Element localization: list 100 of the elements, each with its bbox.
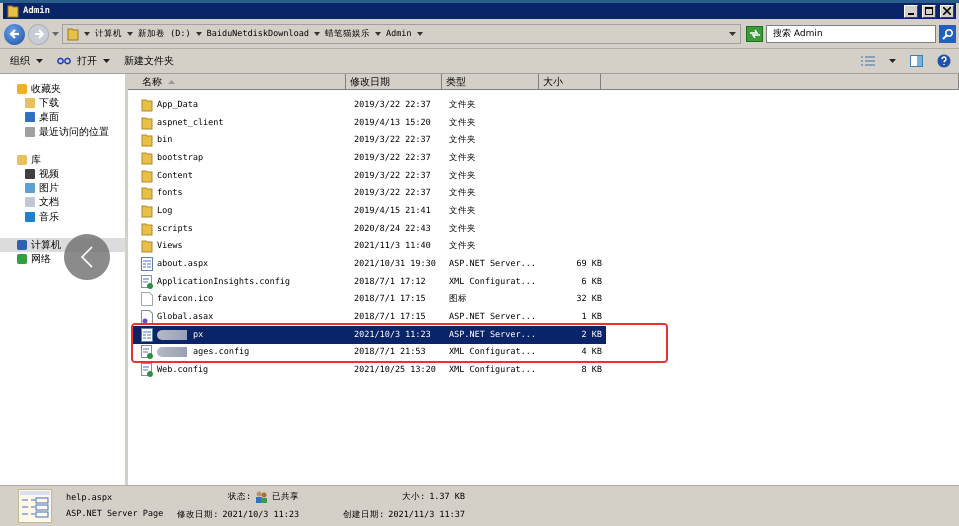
file-name: ApplicationInsights.config xyxy=(157,276,290,287)
file-row[interactable]: aspnet_client 2019/4/13 15:20 文件夹 xyxy=(133,114,606,132)
file-name: bootstrap xyxy=(157,152,204,163)
modified-date: 2021/11/3 11:40 xyxy=(354,241,431,252)
chevron-icon[interactable] xyxy=(84,32,90,36)
file-type: 文件夹 xyxy=(449,116,476,129)
file-type: XML Configurat... xyxy=(449,347,536,358)
file-type: 文件夹 xyxy=(449,204,476,217)
search-icon xyxy=(942,28,954,40)
breadcrumb[interactable]: 蜡笔猫娱乐 xyxy=(324,28,370,40)
close-button[interactable] xyxy=(940,4,954,18)
breadcrumb[interactable]: Admin xyxy=(386,29,412,39)
file-row[interactable]: favicon.ico 2018/7/1 17:15 图标 32 KB xyxy=(133,290,606,308)
modified-date: 2019/3/22 22:37 xyxy=(354,100,431,110)
file-type: 图标 xyxy=(449,293,467,306)
file-type: ASP.NET Server... xyxy=(449,312,536,322)
column-header[interactable]: 大小 xyxy=(539,74,601,90)
nav-item[interactable]: 文档 xyxy=(0,195,125,210)
file-name: ages.config xyxy=(157,347,250,358)
preview-pane-button[interactable] xyxy=(910,55,923,67)
nav-item[interactable]: 下载 xyxy=(0,96,125,110)
column-header[interactable]: 类型 xyxy=(442,74,539,90)
dropdown-icon[interactable] xyxy=(729,32,736,36)
file-icon xyxy=(141,292,153,306)
modified-date: 2021/10/3 11:23 xyxy=(222,510,300,520)
folder-icon xyxy=(141,133,153,148)
chevron-icon[interactable] xyxy=(416,32,423,36)
share-status: 已共享 xyxy=(272,491,300,503)
nav-item[interactable]: 库 xyxy=(0,152,125,167)
dropdown-icon[interactable] xyxy=(889,59,896,63)
maximize-icon xyxy=(925,7,933,15)
back-overlay-button[interactable] xyxy=(64,234,110,280)
address-bar[interactable]: 计算机 新加卷 (D:) BaiduNetdiskDownload 蜡笔猫娱乐 Admin xyxy=(62,24,741,44)
file-row[interactable]: Content 2019/3/22 22:37 文件夹 xyxy=(133,166,606,184)
nav-item[interactable]: 音乐 xyxy=(0,210,125,224)
chevron-icon[interactable] xyxy=(196,32,202,36)
file-name: px xyxy=(157,330,204,340)
modified-date: 2018/7/1 17:12 xyxy=(354,276,426,287)
list-view-icon xyxy=(861,56,875,66)
page-icon xyxy=(141,257,153,272)
file-row[interactable]: about.aspx 2021/10/31 19:30 ASP.NET Server... 69 KB xyxy=(133,255,606,273)
breadcrumb[interactable]: 计算机 xyxy=(95,28,122,40)
column-header[interactable]: 名称 xyxy=(128,74,346,90)
help-button[interactable] xyxy=(937,54,951,68)
toolbar-button[interactable]: 打开 xyxy=(57,54,110,68)
glasses-icon xyxy=(57,57,71,65)
folder-icon xyxy=(141,150,153,165)
folder-icon xyxy=(141,204,153,218)
file-row[interactable]: ApplicationInsights.config 2018/7/1 17:12 XML Configurat... 6 KB xyxy=(133,272,606,291)
page-icon xyxy=(141,328,153,342)
nav-item[interactable]: 网络 xyxy=(0,252,125,266)
chevron-left-icon xyxy=(80,246,94,268)
minimize-button[interactable] xyxy=(904,4,918,18)
chevron-icon[interactable] xyxy=(127,32,133,36)
file-row[interactable]: Global.asax 2018/7/1 17:15 ASP.NET Server... 1 KB xyxy=(133,308,606,326)
search-button[interactable] xyxy=(939,25,956,43)
file-row[interactable]: fonts 2019/3/22 22:37 文件夹 xyxy=(133,184,606,202)
file-name: Global.asax xyxy=(157,312,214,322)
file-name: scripts xyxy=(157,224,193,234)
file-row[interactable]: Log 2019/4/15 21:41 文件夹 xyxy=(133,202,606,220)
refresh-button[interactable] xyxy=(746,26,763,42)
column-header[interactable]: 修改日期 xyxy=(346,74,442,90)
nav-item[interactable]: 收藏夹 xyxy=(0,82,125,96)
modified-date: 2020/8/24 22:43 xyxy=(354,224,431,234)
file-type: 文件夹 xyxy=(449,187,476,200)
maximize-button[interactable] xyxy=(922,4,936,18)
chevron-icon[interactable] xyxy=(374,32,381,36)
back-button[interactable] xyxy=(4,24,25,44)
nav-item[interactable]: 图片 xyxy=(0,181,125,196)
file-row[interactable]: Views 2021/11/3 11:40 文件夹 xyxy=(133,238,606,256)
search-field[interactable]: 搜索 Admin xyxy=(766,25,936,43)
nav-item[interactable]: 桌面 xyxy=(0,110,125,125)
file-row[interactable]: scripts 2020/8/24 22:43 文件夹 xyxy=(133,220,606,238)
modified-date: 2018/7/1 21:53 xyxy=(354,347,426,358)
chevron-icon[interactable] xyxy=(314,32,320,36)
file-name: Views xyxy=(157,241,183,252)
users-icon xyxy=(255,491,268,503)
nav-item[interactable]: 最近访问的位置 xyxy=(0,124,125,139)
created-date: 2021/11/3 11:37 xyxy=(388,510,466,520)
file-row[interactable]: ages.config 2018/7/1 21:53 XML Configurat... 4 KB xyxy=(133,344,606,362)
modified-date: 2021/10/25 13:20 xyxy=(354,365,436,376)
file-row[interactable]: Web.config 2021/10/25 13:20 XML Configurat... 8 KB xyxy=(133,361,606,379)
toolbar-button[interactable]: 组织 xyxy=(10,54,43,68)
file-row[interactable]: px 2021/10/3 11:23 ASP.NET Server... 2 KB xyxy=(133,326,606,344)
file-type: 文件夹 xyxy=(449,152,476,164)
nav-item[interactable]: 视频 xyxy=(0,166,125,182)
breadcrumb[interactable]: 新加卷 (D:) xyxy=(138,28,191,40)
file-type: XML Configurat... xyxy=(449,365,536,376)
file-row[interactable]: App_Data 2019/3/22 22:37 文件夹 xyxy=(133,96,606,114)
file-size: 32 KB xyxy=(576,294,602,304)
file-row[interactable]: bin 2019/3/22 22:37 文件夹 xyxy=(133,131,606,150)
file-name: help.aspx xyxy=(66,493,114,503)
toolbar-button[interactable]: 新建文件夹 xyxy=(124,54,174,68)
file-name: Content xyxy=(157,170,193,181)
file-row[interactable]: bootstrap 2019/3/22 22:37 文件夹 xyxy=(133,149,606,167)
file-type: ASP.NET Server... xyxy=(449,330,536,340)
breadcrumb[interactable]: BaiduNetdiskDownload xyxy=(206,29,309,39)
file-size: 69 KB xyxy=(576,259,602,270)
file-size: 8 KB xyxy=(582,365,602,376)
file-type: 文件夹 xyxy=(449,98,476,111)
